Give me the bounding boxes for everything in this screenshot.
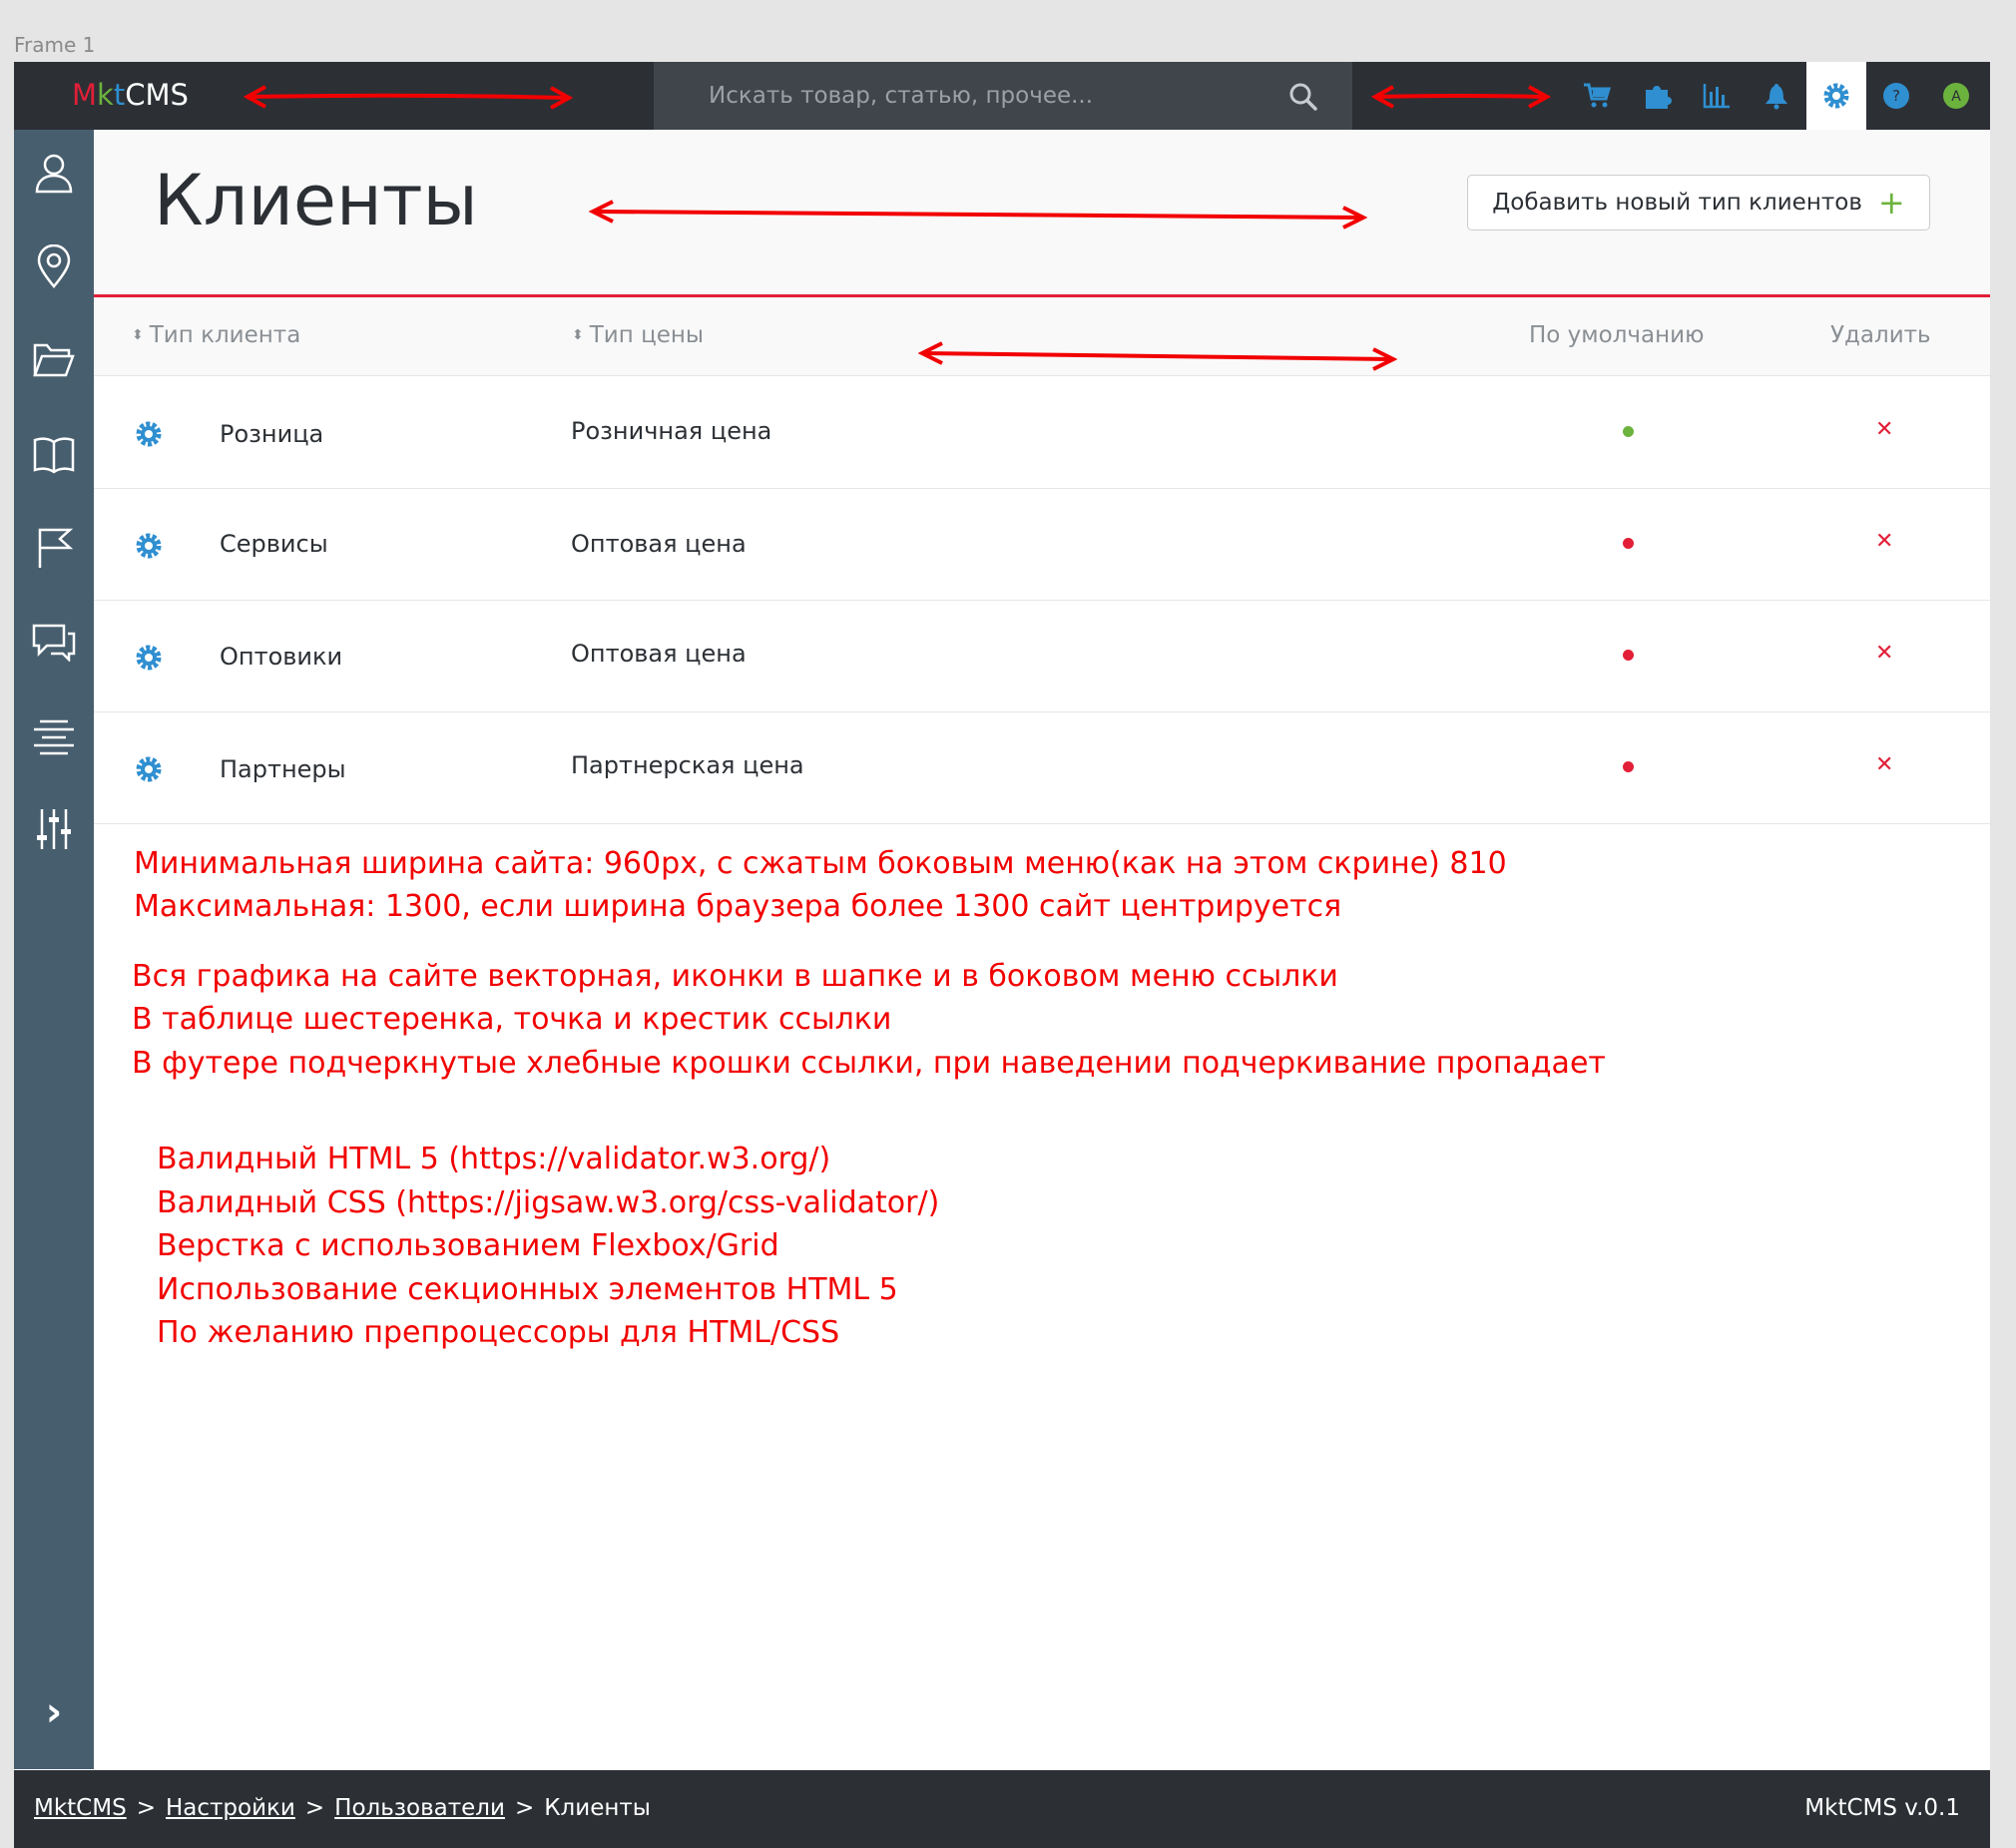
note-line: По желанию препроцессоры для HTML/CSS xyxy=(157,1315,840,1350)
app-window: MktCMS ? xyxy=(14,62,1990,1848)
logo-text: CMS xyxy=(125,78,189,112)
search-input[interactable] xyxy=(707,75,1269,117)
folder-icon[interactable] xyxy=(14,325,94,395)
gear-icon[interactable] xyxy=(134,531,164,561)
search-bar xyxy=(654,62,1352,130)
sort-icon: ⬍ xyxy=(132,327,144,343)
column-default: По умолчанию xyxy=(1529,322,1705,348)
annotation-arrow xyxy=(918,341,1397,371)
note-line: В футере подчеркнутые хлебные крошки ссы… xyxy=(132,1046,1606,1081)
delete-button[interactable]: ✕ xyxy=(1875,752,1893,777)
note-line: Валидный CSS (https://jigsaw.w3.org/css-… xyxy=(157,1185,940,1220)
sidebar: › xyxy=(14,130,94,1769)
breadcrumb-current: Клиенты xyxy=(544,1795,651,1821)
top-icon-bar: ? A xyxy=(1567,62,1986,130)
gear-icon[interactable] xyxy=(134,419,164,449)
add-client-type-button[interactable]: Добавить новый тип клиентов + xyxy=(1467,175,1930,231)
price-type-cell: Партнерская цена xyxy=(571,751,804,779)
breadcrumb: MktCMS > Настройки > Пользователи > Клиенты xyxy=(34,1795,651,1821)
note-line: Минимальная ширина сайта: 960px, с сжаты… xyxy=(134,846,1507,881)
logo-letter-k: k xyxy=(97,78,114,112)
price-type-cell: Оптовая цена xyxy=(571,530,747,558)
flag-icon[interactable] xyxy=(14,513,94,583)
annotation-arrow xyxy=(589,200,1367,230)
svg-text:?: ? xyxy=(1892,87,1900,105)
column-label: Тип цены xyxy=(589,322,705,348)
breadcrumb-separator: > xyxy=(136,1795,156,1821)
logo-letter-t: t xyxy=(113,78,126,112)
table-row: Розница Розничная цена ✕ xyxy=(94,376,1990,489)
annotation-arrow xyxy=(1371,85,1551,109)
help-icon[interactable]: ? xyxy=(1866,62,1926,130)
sidebar-expand-button[interactable]: › xyxy=(14,1677,94,1747)
table-row: Сервисы Оптовая цена ✕ xyxy=(94,488,1990,601)
search-icon[interactable] xyxy=(1288,82,1318,112)
logo-letter-m: M xyxy=(72,78,98,112)
gear-icon[interactable] xyxy=(1806,62,1866,130)
default-dot[interactable] xyxy=(1623,650,1634,661)
cart-icon[interactable] xyxy=(1567,62,1627,130)
location-icon[interactable] xyxy=(14,231,94,301)
delete-button[interactable]: ✕ xyxy=(1875,417,1893,442)
puzzle-icon[interactable] xyxy=(1627,62,1687,130)
breadcrumb-separator: > xyxy=(304,1795,325,1821)
sort-icon: ⬍ xyxy=(572,327,584,343)
default-dot[interactable] xyxy=(1623,426,1634,437)
frame-label: Frame 1 xyxy=(14,33,96,57)
breadcrumb-separator: > xyxy=(514,1795,535,1821)
table-row: Оптовики Оптовая цена ✕ xyxy=(94,600,1990,712)
price-type-cell: Розничная цена xyxy=(571,417,772,445)
note-line: Максимальная: 1300, если ширина браузера… xyxy=(134,889,1342,924)
client-type-cell: Сервисы xyxy=(220,530,328,558)
delete-button[interactable]: ✕ xyxy=(1875,641,1893,666)
note-line: Вся графика на сайте векторная, иконки в… xyxy=(132,959,1338,994)
note-line: Верстка с использованием Flexbox/Grid xyxy=(157,1228,779,1263)
svg-text:A: A xyxy=(1951,89,1961,105)
breadcrumb-link-settings[interactable]: Настройки xyxy=(166,1795,295,1821)
annotation-arrow xyxy=(244,85,573,110)
plus-icon: + xyxy=(1877,184,1905,222)
note-line: Использование секционных элементов HTML … xyxy=(157,1272,898,1307)
default-dot[interactable] xyxy=(1623,538,1634,549)
align-icon[interactable] xyxy=(14,700,94,770)
note-line: В таблице шестеренка, точка и крестик сс… xyxy=(132,1002,892,1037)
breadcrumb-link-home[interactable]: MktCMS xyxy=(34,1795,127,1821)
default-dot[interactable] xyxy=(1623,761,1634,772)
chat-icon[interactable] xyxy=(14,607,94,677)
client-type-cell: Оптовики xyxy=(220,643,343,671)
gear-icon[interactable] xyxy=(134,754,164,784)
sliders-icon[interactable] xyxy=(14,794,94,864)
footer: MktCMS > Настройки > Пользователи > Клиенты Mk… xyxy=(14,1770,1990,1848)
book-icon[interactable] xyxy=(14,419,94,489)
bell-icon[interactable] xyxy=(1747,62,1806,130)
avatar[interactable]: A xyxy=(1926,62,1986,130)
delete-button[interactable]: ✕ xyxy=(1875,529,1893,554)
column-price-type[interactable]: ⬍ Тип цены xyxy=(572,322,704,348)
column-client-type[interactable]: ⬍ Тип клиента xyxy=(132,322,300,348)
page-title: Клиенты xyxy=(154,160,478,241)
version-label: MktCMS v.0.1 xyxy=(1804,1795,1960,1821)
logo[interactable]: MktCMS xyxy=(72,78,189,112)
add-button-label: Добавить новый тип клиентов xyxy=(1492,190,1862,216)
chart-icon[interactable] xyxy=(1687,62,1747,130)
gear-icon[interactable] xyxy=(134,643,164,673)
column-delete: Удалить xyxy=(1830,322,1931,348)
table-row: Партнеры Партнерская цена ✕ xyxy=(94,711,1990,824)
breadcrumb-link-users[interactable]: Пользователи xyxy=(334,1795,505,1821)
user-icon[interactable] xyxy=(14,138,94,208)
client-type-cell: Розница xyxy=(220,420,324,448)
column-label: Тип клиента xyxy=(149,322,301,348)
client-type-cell: Партнеры xyxy=(220,755,346,783)
price-type-cell: Оптовая цена xyxy=(571,640,747,668)
note-line: Валидный HTML 5 (https://validator.w3.or… xyxy=(157,1142,831,1176)
